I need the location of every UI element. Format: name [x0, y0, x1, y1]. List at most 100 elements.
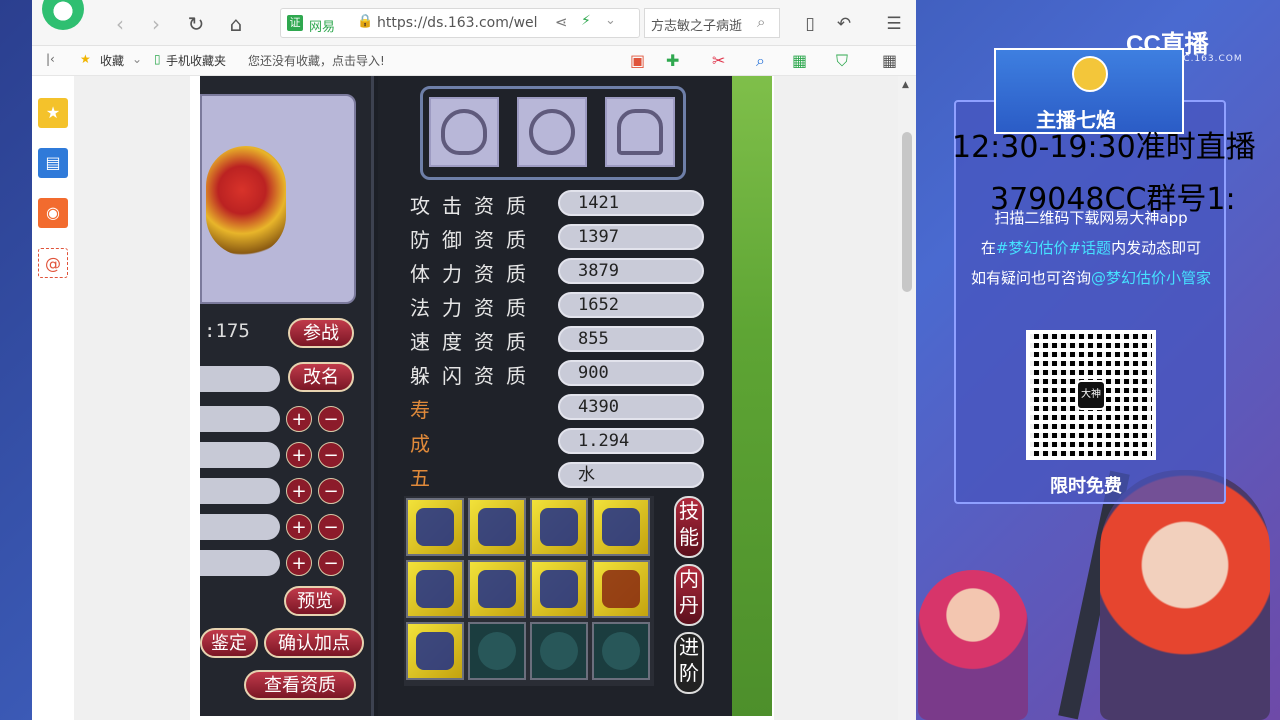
- collapse-sidebar-icon[interactable]: |‹: [46, 52, 55, 66]
- shield-icon[interactable]: ⛉: [836, 51, 848, 71]
- grass-background: [732, 76, 772, 716]
- equip-slot-armor[interactable]: [605, 97, 675, 167]
- skill-slot-empty[interactable]: [530, 622, 588, 680]
- game-pet-panel: :175 参战 改名 + − + − + − + − + − 预览 鉴定 确认加…: [200, 76, 772, 716]
- forward-icon[interactable]: ›: [144, 12, 168, 36]
- menu-icon[interactable]: ☰: [882, 12, 906, 36]
- page-area: ★ ▤ ◉ @ ▲ :175 参战 改名 + − + − + − + − + −…: [32, 76, 916, 720]
- tab-skills[interactable]: 技能: [674, 496, 704, 558]
- attribute-field[interactable]: [200, 442, 280, 468]
- refresh-icon[interactable]: ↻: [184, 12, 208, 36]
- back-icon[interactable]: ‹: [108, 12, 132, 36]
- necklace-icon: [529, 109, 575, 155]
- search-input[interactable]: 方志敏之子病逝: [651, 15, 755, 34]
- preview-button[interactable]: 预览: [284, 586, 346, 616]
- empty-slot-icon: [478, 632, 516, 670]
- stream-schedule: 12:30-19:30准时直播: [952, 130, 1256, 165]
- mobile-icon: ▯: [154, 52, 161, 66]
- news-icon[interactable]: ▤: [38, 148, 68, 178]
- equip-slot-necklace[interactable]: [517, 97, 587, 167]
- mail-icon[interactable]: @: [38, 248, 68, 278]
- bolt-icon[interactable]: ⚡: [581, 13, 591, 29]
- scroll-thumb[interactable]: [902, 132, 912, 292]
- promo-line-3: 如有疑问也可咨询@梦幻估价小管家: [960, 267, 1222, 288]
- url-text[interactable]: https://ds.163.com/wel: [377, 15, 543, 31]
- import-hint[interactable]: 您还没有收藏，点击导入!: [248, 52, 385, 69]
- skill-slot[interactable]: [406, 622, 464, 680]
- phone-icon[interactable]: ▯: [798, 12, 822, 36]
- game-icon[interactable]: ▦: [792, 51, 807, 70]
- stat-label: 防御资质: [410, 228, 538, 252]
- browser-logo-icon[interactable]: [42, 0, 84, 30]
- plus-icon[interactable]: +: [286, 550, 312, 576]
- empty-slot-icon: [602, 632, 640, 670]
- shield-skill-icon: [478, 570, 516, 608]
- translate-icon[interactable]: ✚: [666, 51, 679, 70]
- plus-icon[interactable]: +: [286, 406, 312, 432]
- favorite-star-icon[interactable]: ★: [38, 98, 68, 128]
- star-icon: ★: [80, 52, 91, 66]
- skill-slot-empty[interactable]: [468, 622, 526, 680]
- favorites-menu[interactable]: 收藏: [100, 52, 124, 69]
- tab-advance[interactable]: 进阶: [674, 632, 704, 694]
- equipment-slots: [420, 86, 686, 180]
- address-bar[interactable]: 证 网易 🔒 https://ds.163.com/wel ⋖ ⚡ ⌄: [280, 8, 640, 38]
- share-icon[interactable]: ⋖: [555, 13, 568, 31]
- equip-slot-helmet[interactable]: [429, 97, 499, 167]
- mobile-favorites-link[interactable]: 手机收藏夹: [166, 52, 226, 69]
- search-box[interactable]: 方志敏之子病逝 ⌕: [644, 8, 780, 38]
- skill-slot[interactable]: [406, 560, 464, 618]
- skill-slot[interactable]: [468, 498, 526, 556]
- skill-slot[interactable]: [468, 560, 526, 618]
- view-aptitude-button[interactable]: 查看资质: [244, 670, 356, 700]
- minus-icon[interactable]: −: [318, 514, 344, 540]
- promo-line-2-suffix: 内发动态即可: [1111, 239, 1202, 257]
- undo-icon[interactable]: ↶: [832, 12, 856, 36]
- name-field[interactable]: [200, 366, 280, 392]
- stat-value: 855: [558, 326, 704, 352]
- attribute-field[interactable]: [200, 550, 280, 576]
- tab-inner-pill[interactable]: 内丹: [674, 564, 704, 626]
- skill-slot[interactable]: [406, 498, 464, 556]
- attribute-field[interactable]: [200, 406, 280, 432]
- chevron-down-icon[interactable]: ⌄: [605, 13, 616, 28]
- plus-icon[interactable]: +: [286, 478, 312, 504]
- calendar-icon[interactable]: ▣: [630, 51, 645, 70]
- armor-icon: [617, 109, 663, 155]
- stat-label: 体力资质: [410, 262, 538, 286]
- pet-left-panel: :175 参战 改名 + − + − + − + − + − 预览 鉴定 确认加…: [200, 76, 374, 716]
- stat-label: 攻击资质: [410, 194, 538, 218]
- helmet-icon: [441, 109, 487, 155]
- plus-icon[interactable]: +: [286, 442, 312, 468]
- scissors-icon[interactable]: ✂: [712, 51, 725, 70]
- battle-button[interactable]: 参战: [288, 318, 354, 348]
- rename-button[interactable]: 改名: [288, 362, 354, 392]
- find-icon[interactable]: ⌕: [756, 51, 765, 71]
- minus-icon[interactable]: −: [318, 406, 344, 432]
- ghost-skill-icon: [416, 632, 454, 670]
- plus-icon[interactable]: +: [286, 514, 312, 540]
- minus-icon[interactable]: −: [318, 550, 344, 576]
- minus-icon[interactable]: −: [318, 442, 344, 468]
- attribute-field[interactable]: [200, 478, 280, 504]
- scroll-up-icon[interactable]: ▲: [902, 80, 909, 90]
- site-name-label: 网易: [309, 20, 336, 35]
- weibo-icon[interactable]: ◉: [38, 198, 68, 228]
- home-icon[interactable]: ⌂: [224, 12, 248, 36]
- stat-value: 3879: [558, 258, 704, 284]
- chevron-down-icon[interactable]: ⌄: [132, 52, 142, 66]
- attribute-field[interactable]: [200, 514, 280, 540]
- minus-icon[interactable]: −: [318, 478, 344, 504]
- stat-value: 1652: [558, 292, 704, 318]
- skill-slot[interactable]: [592, 498, 650, 556]
- scrollbar[interactable]: ▲: [898, 76, 916, 720]
- skill-slot[interactable]: [530, 498, 588, 556]
- search-icon[interactable]: ⌕: [757, 13, 765, 31]
- skill-slot[interactable]: [530, 560, 588, 618]
- apps-icon[interactable]: ▦: [882, 51, 897, 70]
- confirm-points-button[interactable]: 确认加点: [264, 628, 364, 658]
- skill-slot-empty[interactable]: [592, 622, 650, 680]
- skill-slot[interactable]: [592, 560, 650, 618]
- appraise-button[interactable]: 鉴定: [200, 628, 258, 658]
- stat-value: 1397: [558, 224, 704, 250]
